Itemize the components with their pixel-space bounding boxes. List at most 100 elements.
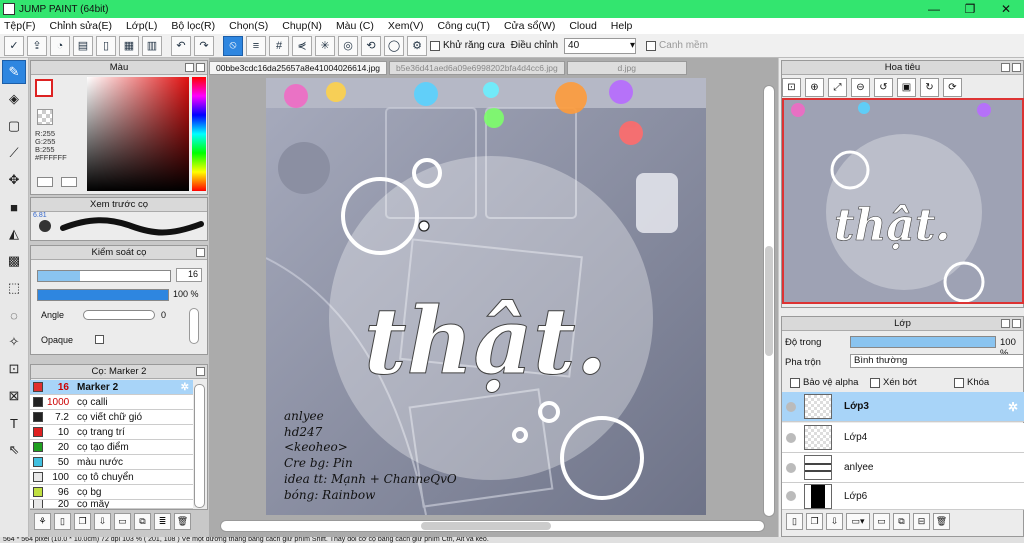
select-tool-icon[interactable]: ⬚ <box>2 276 26 300</box>
export-icon[interactable]: ⇪ <box>27 35 47 56</box>
zoom-in-icon[interactable]: ⊕ <box>805 78 824 97</box>
angle-slider[interactable] <box>83 310 155 320</box>
close-button[interactable]: ✕ <box>988 0 1024 18</box>
menu-capture[interactable]: Chụp(N) <box>282 20 322 32</box>
artwork-canvas[interactable]: thật. anlyee hd247 <keoheo> Cre bg: Pin … <box>266 78 706 515</box>
select-eraser-tool-icon[interactable]: ⊠ <box>2 384 26 408</box>
import-brush-icon[interactable]: ⇩ <box>94 513 111 530</box>
message-icon[interactable]: ▤ <box>73 35 93 56</box>
menu-layer[interactable]: Lớp(L) <box>126 20 157 32</box>
minimize-button[interactable]: — <box>916 0 952 18</box>
reset-icon[interactable]: ⟳ <box>943 78 962 97</box>
lock-option[interactable]: Khóa <box>954 377 989 388</box>
navigator-preview[interactable]: thật. <box>782 98 1024 304</box>
page-icon[interactable]: ▯ <box>96 35 116 56</box>
visibility-icon[interactable] <box>786 432 796 443</box>
lock-checkbox[interactable] <box>954 377 964 388</box>
redo-icon[interactable]: ↷ <box>194 35 214 56</box>
brush-opacity-slider[interactable] <box>37 289 169 301</box>
move-tool-icon[interactable]: ✥ <box>2 168 26 192</box>
opaque-checkbox[interactable] <box>95 335 104 344</box>
layer-row[interactable]: Lớp4 <box>782 423 1024 453</box>
rectangle-tool-icon[interactable]: ▢ <box>2 114 26 138</box>
brush-item[interactable]: 100 cọ tô chuyển <box>30 470 193 485</box>
snap-option[interactable]: Canh mềm <box>646 40 708 51</box>
folder-icon[interactable]: ▭ <box>114 513 131 530</box>
menu-filter[interactable]: Bộ lọc(R) <box>171 20 215 32</box>
brush-item[interactable]: 1000 cọ calli <box>30 395 193 410</box>
grid-icon[interactable]: ▥ <box>142 35 162 56</box>
menu-edit[interactable]: Chỉnh sửa(E) <box>50 20 112 32</box>
menu-tools[interactable]: Công cụ(T) <box>437 20 490 32</box>
brush-item[interactable]: 10 cọ trang trí <box>30 425 193 440</box>
fill-rect-tool-icon[interactable]: ■ <box>2 195 26 219</box>
curve-icon[interactable]: ⟲ <box>361 35 381 56</box>
brush-item[interactable]: 20 cọ mây <box>30 500 193 509</box>
brush-list-scrollbar[interactable] <box>194 384 205 508</box>
layer-opacity-slider[interactable] <box>850 336 996 348</box>
undo-icon[interactable]: ↶ <box>171 35 191 56</box>
check-icon[interactable]: ✓ <box>4 35 24 56</box>
menu-icon[interactable]: ≣ <box>154 513 171 530</box>
gear-icon[interactable]: ✲ <box>181 382 189 393</box>
ruler-off-icon[interactable]: ⦸ <box>223 35 243 56</box>
brush-size-slider[interactable] <box>37 270 171 282</box>
actual-size-icon[interactable]: ▣ <box>897 78 916 97</box>
parallel-lines-icon[interactable]: ≡ <box>246 35 266 56</box>
primary-color-swatch[interactable] <box>35 79 53 97</box>
add-layer-menu-icon[interactable]: ▭▾ <box>846 513 870 530</box>
menu-color[interactable]: Màu (C) <box>336 20 374 32</box>
import-layer-icon[interactable]: ⇩ <box>826 513 843 530</box>
zoom-out-icon[interactable]: ⊖ <box>851 78 870 97</box>
restore-button[interactable]: ❐ <box>952 0 988 18</box>
select-pen-tool-icon[interactable]: ⊡ <box>2 357 26 381</box>
gradient-tool-icon[interactable]: ▩ <box>2 249 26 273</box>
lasso-tool-icon[interactable]: ◌ <box>2 303 26 327</box>
layer-row[interactable]: Lớp6 <box>782 483 1024 510</box>
document-icon[interactable]: ▦ <box>119 35 139 56</box>
ellipse-icon[interactable]: ◯ <box>384 35 404 56</box>
trash-icon[interactable]: 🗑 <box>174 513 191 530</box>
saturation-value-picker[interactable] <box>87 77 189 191</box>
adjust-select[interactable]: 40 ▾ <box>564 37 637 54</box>
hue-slider[interactable] <box>192 77 206 191</box>
tab-document-1[interactable]: 00bbe3cdc16da25657a8e41004026614.jpg <box>209 61 388 75</box>
pen-tool-icon[interactable]: ✎ <box>2 60 26 84</box>
menu-cloud[interactable]: Cloud <box>569 20 596 32</box>
blend-mode-select[interactable]: Bình thường <box>850 354 1024 368</box>
palette-icon[interactable] <box>61 177 77 187</box>
copy-brush-icon[interactable]: ❐ <box>74 513 91 530</box>
comment-icon[interactable]: ◔ <box>50 35 70 56</box>
menu-select[interactable]: Chọn(S) <box>229 20 268 32</box>
brush-item[interactable]: 7.2 cọ viết chữ gió <box>30 410 193 425</box>
new-brush-icon[interactable]: ▯ <box>54 513 71 530</box>
transparent-color-swatch[interactable] <box>37 109 53 125</box>
fit-view-icon[interactable]: ⊡ <box>782 78 801 97</box>
protect-alpha-checkbox[interactable] <box>790 377 800 388</box>
crosshatch-icon[interactable]: # <box>269 35 289 56</box>
brush-item[interactable]: 50 màu nước <box>30 455 193 470</box>
perspective-icon[interactable]: ⋞ <box>292 35 312 56</box>
layer-folder-icon[interactable]: ▭ <box>873 513 890 530</box>
protect-alpha-option[interactable]: Bảo vệ alpha <box>790 377 858 388</box>
gear-icon[interactable]: ✲ <box>1008 400 1018 414</box>
snap-checkbox[interactable] <box>646 40 657 51</box>
brush-control-scrollbar[interactable] <box>189 308 199 344</box>
magic-wand-tool-icon[interactable]: ✧ <box>2 330 26 354</box>
eyedropper-icon[interactable] <box>37 177 53 187</box>
visibility-icon[interactable] <box>786 401 796 412</box>
settings-icon[interactable]: ⚙ <box>407 35 427 56</box>
duplicate-layer-icon[interactable]: ⧉ <box>893 513 910 530</box>
eraser-tool-icon[interactable]: ◈ <box>2 87 26 111</box>
menu-help[interactable]: Help <box>611 20 633 32</box>
merge-layer-icon[interactable]: ⊟ <box>913 513 930 530</box>
tab-document-2[interactable]: b5e36d41aed6a09e6998202bfa4d4cc6.jpg <box>389 61 565 75</box>
brush-item[interactable]: 20 cọ tạo điểm <box>30 440 193 455</box>
antialias-option[interactable]: Khử răng cưa <box>430 40 505 51</box>
delete-layer-icon[interactable]: 🗑 <box>933 513 950 530</box>
layer-row[interactable]: anlyee <box>782 453 1024 483</box>
fit-window-icon[interactable]: ⤢ <box>828 78 847 97</box>
antialias-checkbox[interactable] <box>430 40 440 51</box>
menu-file[interactable]: Tệp(F) <box>4 20 36 32</box>
brush-item[interactable]: 96 cọ bg <box>30 485 193 500</box>
